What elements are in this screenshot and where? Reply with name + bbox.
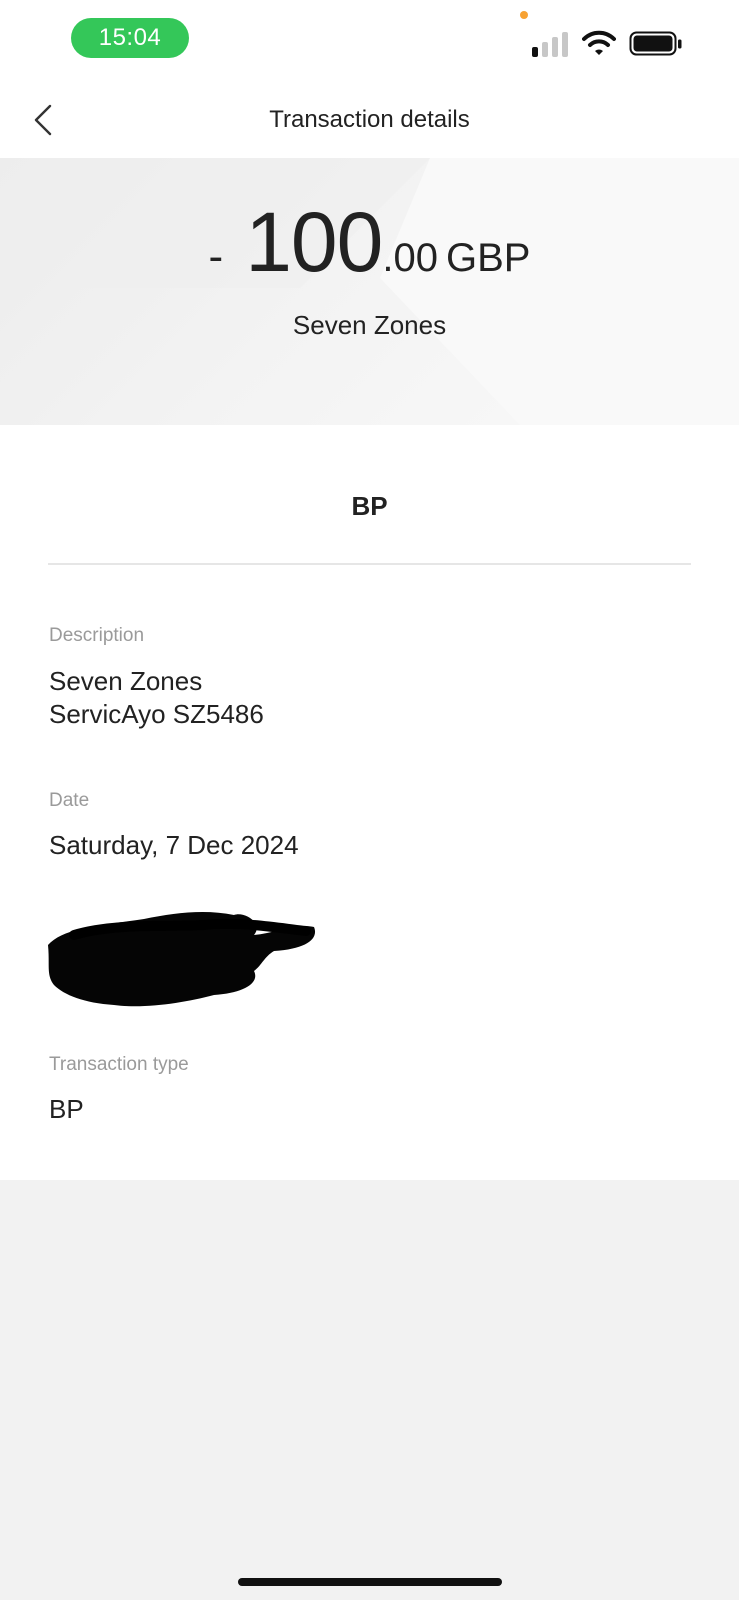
transaction-type-value: BP xyxy=(49,1094,84,1124)
cellular-signal-icon xyxy=(532,32,568,57)
transaction-amount: -100.00 GBP xyxy=(0,194,739,291)
status-bar: 15:04 xyxy=(0,0,739,80)
description-line-2: ServicAyo SZ5486 xyxy=(49,699,264,729)
date-value: Saturday, 7 Dec 2024 xyxy=(49,830,299,860)
page-title: Transaction details xyxy=(269,106,470,133)
details-card: BP Description Seven Zones ServicAyo SZ5… xyxy=(0,425,739,1180)
wifi-icon xyxy=(582,30,616,55)
redaction-scribble xyxy=(48,912,316,1007)
battery-icon xyxy=(629,31,682,56)
amount-sign: - xyxy=(208,232,224,281)
amount-header: -100.00 GBP Seven Zones xyxy=(0,158,739,425)
navigation-bar: Transaction details xyxy=(0,80,739,158)
description-label: Description xyxy=(49,625,145,646)
transaction-type-label: Transaction type xyxy=(49,1054,189,1075)
home-indicator[interactable] xyxy=(238,1578,502,1586)
amount-decimals: .00 xyxy=(382,236,438,280)
amount-integer: 100 xyxy=(245,195,383,289)
date-label: Date xyxy=(49,790,90,811)
transaction-category: BP xyxy=(351,491,388,521)
status-time: 15:04 xyxy=(71,18,189,58)
amount-currency: GBP xyxy=(445,236,531,280)
divider xyxy=(48,563,691,565)
privacy-indicator-dot xyxy=(520,11,528,19)
merchant-name: Seven Zones xyxy=(292,310,447,340)
description-line-1: Seven Zones xyxy=(49,666,203,696)
